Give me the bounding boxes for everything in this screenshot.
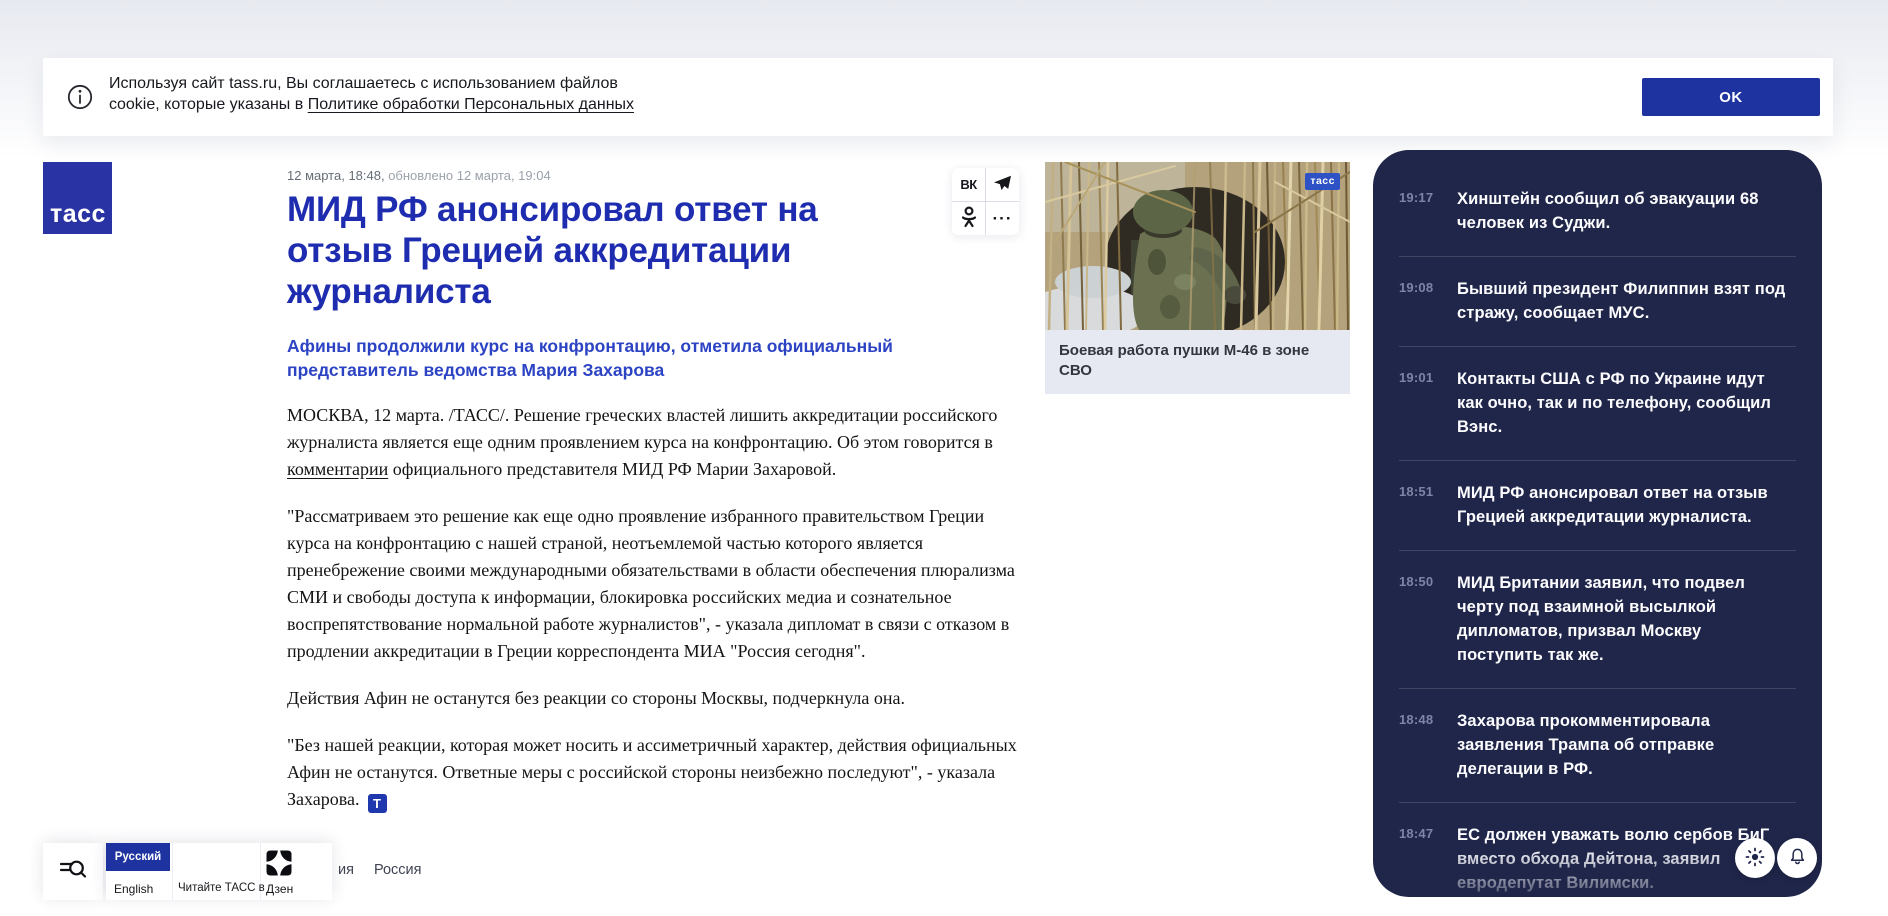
update-time: обновлено 12 марта, 19:04: [388, 168, 551, 183]
article-paragraph-3: Действия Афин не останутся без реакции с…: [287, 685, 1027, 712]
tass-logo[interactable]: тасс: [43, 162, 112, 234]
language-english-link[interactable]: English: [114, 882, 153, 896]
feed-item-time: 19:17: [1399, 187, 1443, 235]
theme-toggle-button[interactable]: [1735, 838, 1775, 878]
bell-icon: [1788, 846, 1807, 870]
sun-icon: [1745, 847, 1765, 870]
article-title: МИД РФ анонсировал ответ на отзыв Грецие…: [287, 189, 912, 312]
feed-item-time: 18:48: [1399, 709, 1443, 781]
paragraph-1-text: МОСКВА, 12 марта. /ТАСС/. Решение гречес…: [287, 405, 997, 452]
article-paragraph-2: "Рассматриваем это решение как еще одно …: [287, 503, 1027, 665]
tag-item[interactable]: ия: [338, 862, 354, 878]
menu-search-button[interactable]: [43, 843, 103, 900]
dzen-icon[interactable]: [266, 850, 292, 876]
video-card: тасс Боевая работа пушки М-46 в зоне СВО: [1045, 162, 1350, 394]
feed-item-text: Бывший президент Филиппин взят под страж…: [1457, 277, 1789, 325]
article-date: 12 марта, 18:48, обновлено 12 марта, 19:…: [287, 168, 1027, 183]
footer-menu-panel: Русский English Читайте ТАСС в Дзен: [106, 843, 332, 900]
more-dots-icon: ···: [993, 214, 1013, 224]
feed-item[interactable]: 19:08 Бывший президент Филиппин взят под…: [1373, 256, 1822, 346]
tass-watermark: тасс: [1305, 173, 1340, 190]
cookie-text-line1: Используя сайт tass.ru, Вы соглашаетесь …: [109, 75, 618, 92]
share-panel: ВК ···: [952, 168, 1019, 235]
publish-time: 12 марта, 18:48,: [287, 168, 388, 183]
vk-icon: ВК: [960, 177, 976, 192]
panel-divider: [172, 843, 173, 900]
news-feed-list: 19:17 Хинштейн сообщил об эвакуации 68 ч…: [1373, 150, 1822, 916]
soldier-reeds-illustration: [1045, 162, 1350, 330]
feed-item-time: 18:51: [1399, 481, 1443, 529]
news-feed-sidebar: 19:17 Хинштейн сообщил об эвакуации 68 ч…: [1373, 150, 1822, 897]
personal-data-policy-link[interactable]: Политике обработки Персональных данных: [308, 96, 634, 113]
feed-item[interactable]: 18:51 МИД РФ анонсировал ответ на отзыв …: [1373, 460, 1822, 550]
share-vk-button[interactable]: ВК: [952, 168, 985, 201]
telegram-icon: [993, 175, 1012, 195]
feed-item-text: МИД РФ анонсировал ответ на отзыв Грецие…: [1457, 481, 1789, 529]
feed-item[interactable]: 18:48 Захарова прокомментировала заявлен…: [1373, 688, 1822, 802]
video-caption[interactable]: Боевая работа пушки М-46 в зоне СВО: [1045, 330, 1350, 394]
paragraph-4-text: "Без нашей реакции, которая может носить…: [287, 735, 1017, 809]
article: 12 марта, 18:48, обновлено 12 марта, 19:…: [287, 168, 1027, 833]
notifications-button[interactable]: [1777, 838, 1817, 878]
feed-item-time: 19:01: [1399, 367, 1443, 439]
feed-item-text: Захарова прокомментировала заявления Тра…: [1457, 709, 1789, 781]
article-paragraph-1: МОСКВА, 12 марта. /ТАСС/. Решение гречес…: [287, 402, 1027, 483]
share-more-button[interactable]: ···: [986, 202, 1019, 235]
read-tass-in-label: Читайте ТАСС в: [178, 882, 265, 894]
cookie-banner: Используя сайт tass.ru, Вы соглашаетесь …: [43, 58, 1833, 136]
language-russian-chip[interactable]: Русский: [106, 843, 170, 871]
feed-item-time: 18:47: [1399, 823, 1443, 895]
menu-search-icon: [58, 857, 88, 886]
dzen-link[interactable]: Дзен: [266, 882, 293, 896]
feed-item-time: 18:50: [1399, 571, 1443, 667]
article-video-thumbnail[interactable]: тасс: [1045, 162, 1350, 330]
article-paragraph-4: "Без нашей реакции, которая может носить…: [287, 732, 1027, 813]
feed-item-text: МИД Британии заявил, что подвел черту по…: [1457, 571, 1789, 667]
cookie-ok-button[interactable]: OK: [1642, 78, 1820, 116]
feed-item[interactable]: 19:17 Хинштейн сообщил об эвакуации 68 ч…: [1373, 166, 1822, 256]
feed-item-text: Контакты США с РФ по Украине идут как оч…: [1457, 367, 1789, 439]
feed-item-text: Хинштейн сообщил об эвакуации 68 человек…: [1457, 187, 1789, 235]
share-telegram-button[interactable]: [986, 168, 1019, 201]
tass-inline-badge[interactable]: Т: [368, 794, 387, 813]
feed-item-time: 19:08: [1399, 277, 1443, 325]
feed-item[interactable]: 18:50 МИД Британии заявил, что подвел че…: [1373, 550, 1822, 688]
cookie-text-line2: cookie, которые указаны в: [109, 96, 308, 113]
share-odnoklassniki-button[interactable]: [952, 202, 985, 235]
info-icon: [65, 82, 95, 112]
commentary-link[interactable]: комментарии: [287, 459, 388, 479]
tag-item[interactable]: Россия: [374, 862, 422, 878]
article-subtitle: Афины продолжили курс на конфронтацию, о…: [287, 334, 942, 382]
article-tags: ия Россия: [338, 862, 422, 878]
odnoklassniki-icon: [961, 206, 977, 231]
tass-logo-text: тасс: [50, 200, 106, 229]
cookie-text: Используя сайт tass.ru, Вы соглашаетесь …: [109, 73, 634, 115]
paragraph-1-text-after: официального представителя МИД РФ Марии …: [388, 459, 836, 479]
feed-item[interactable]: 19:01 Контакты США с РФ по Украине идут …: [1373, 346, 1822, 460]
